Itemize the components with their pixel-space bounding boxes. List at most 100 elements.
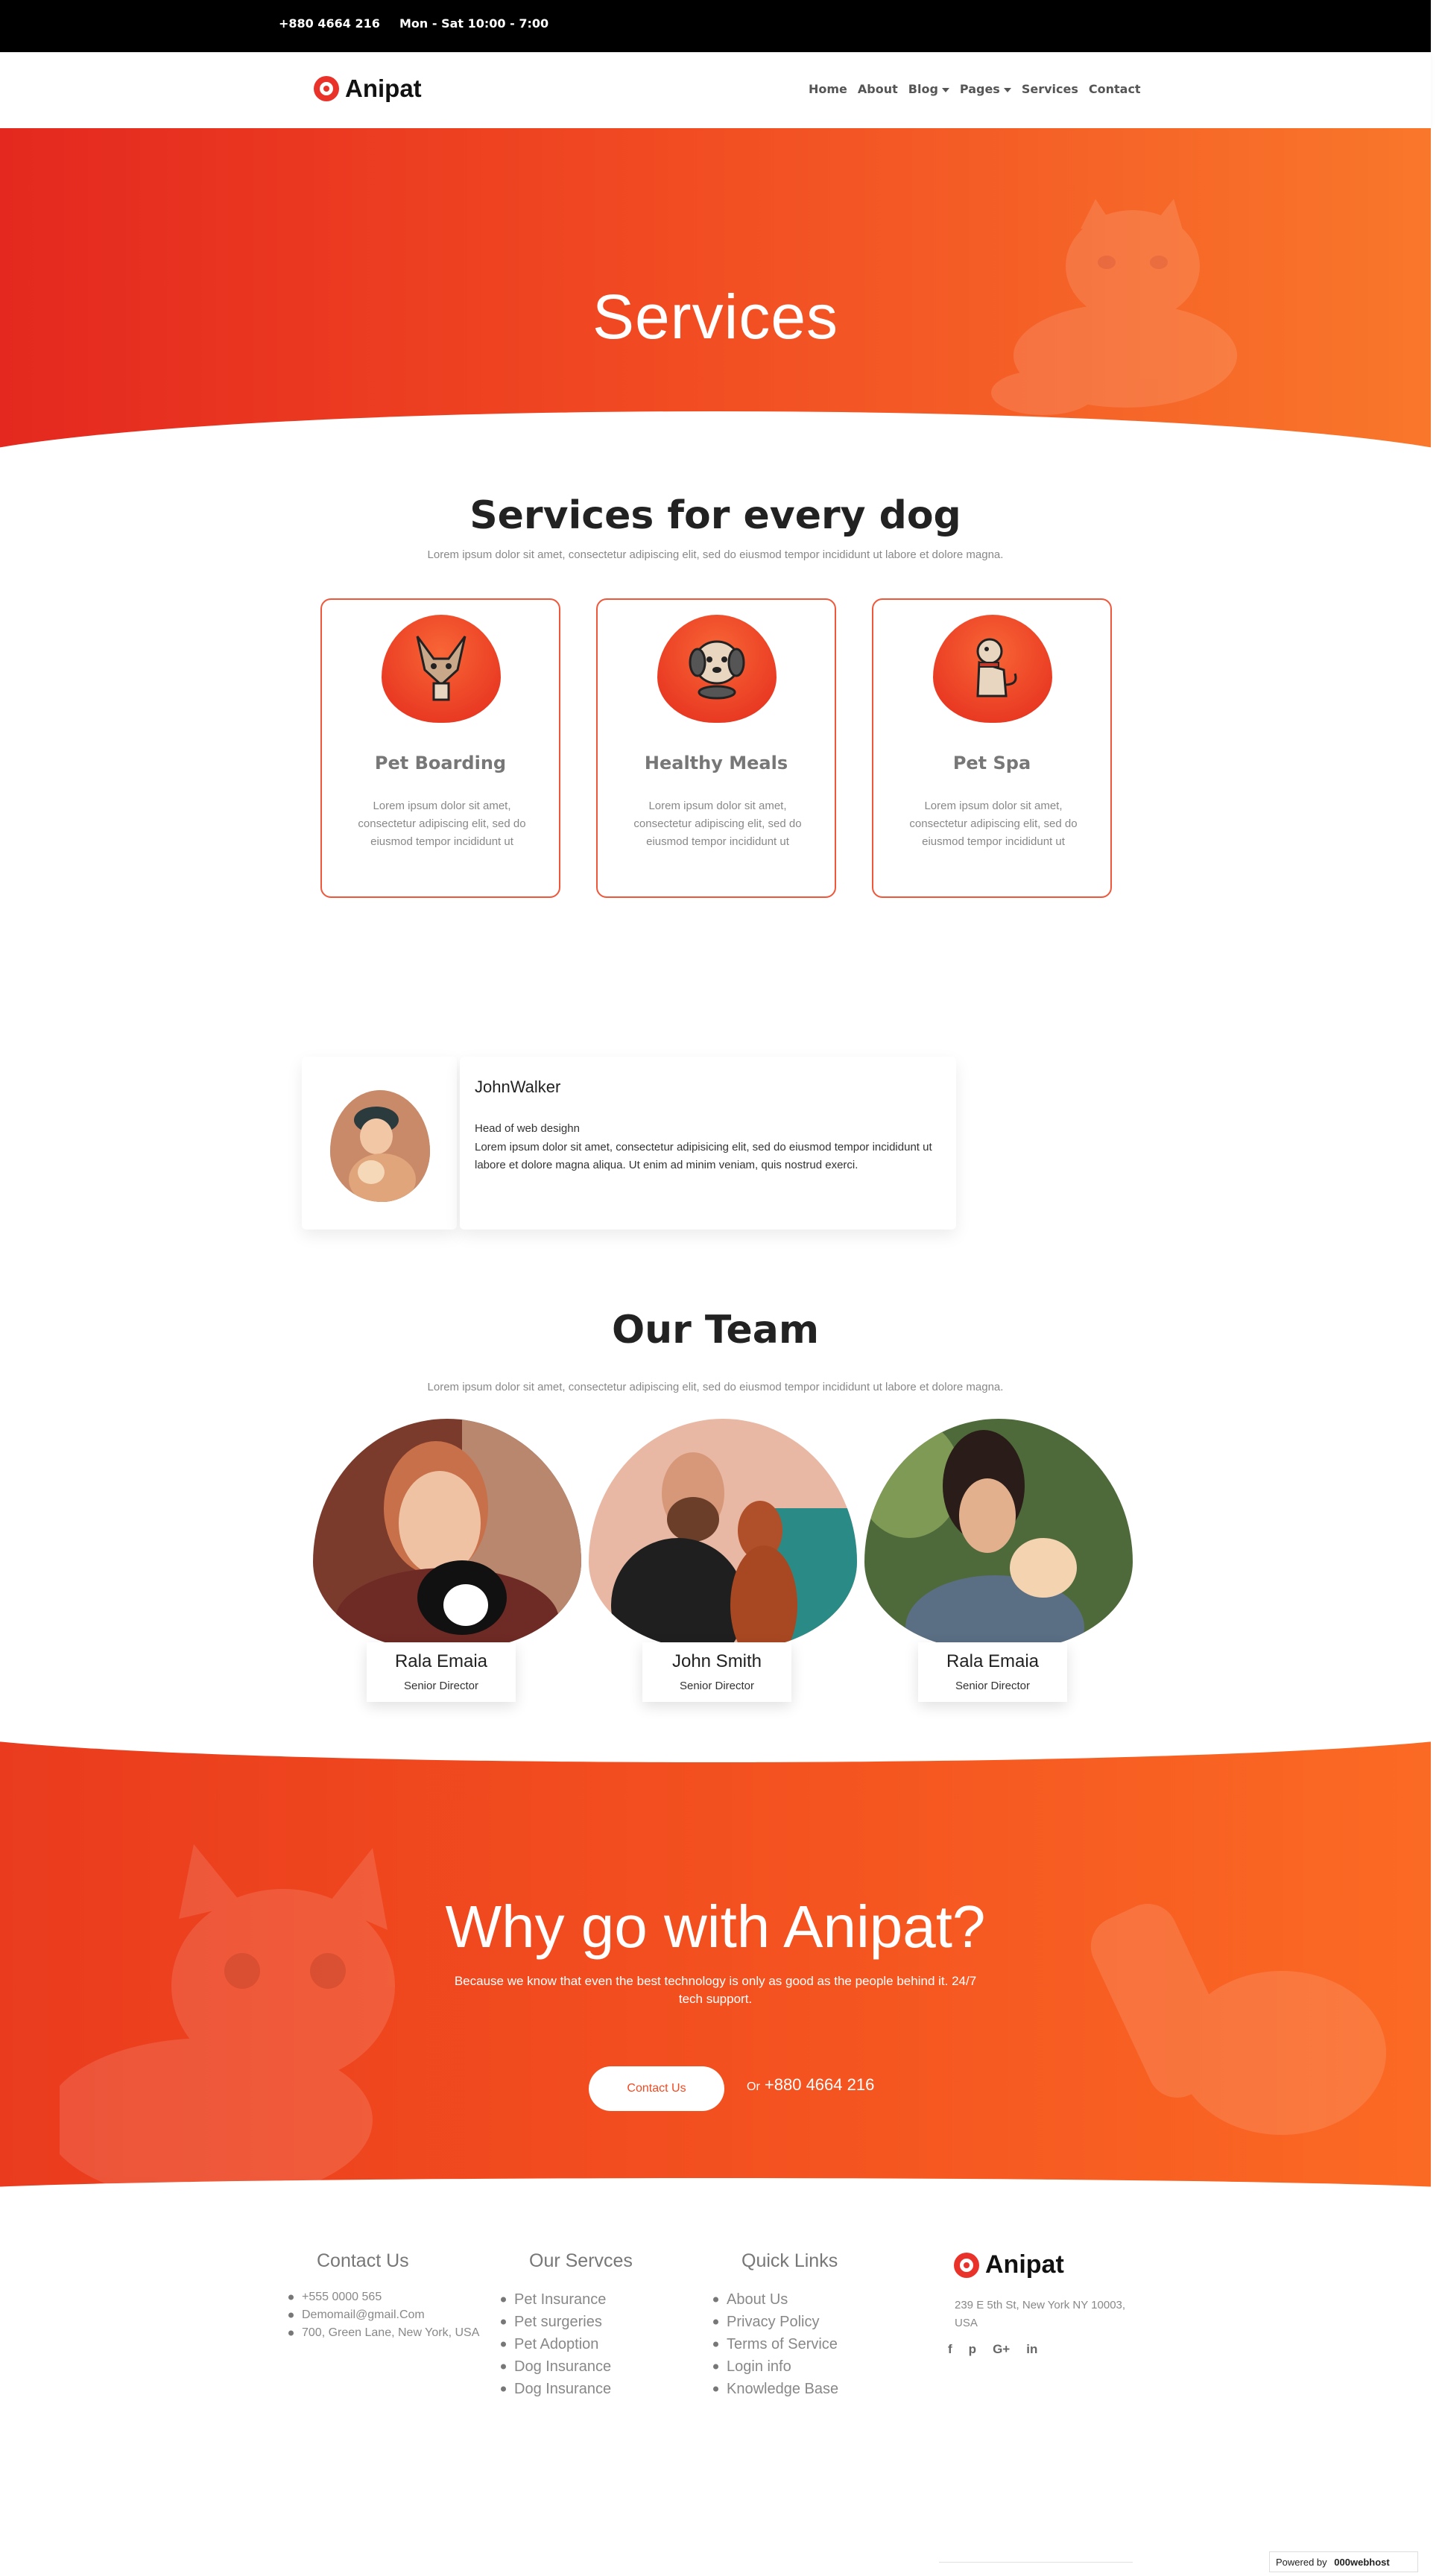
team-member[interactable]: Rala Emaia Senior Director <box>313 1419 581 1706</box>
page-title: Services <box>592 282 839 352</box>
team-member-role: Senior Director <box>955 1680 1031 1692</box>
testimonial-name: JohnWalker <box>475 1077 561 1096</box>
service-card-title: Healthy Meals <box>644 753 788 773</box>
team-member-photo <box>589 1419 857 1650</box>
footer-links-list: About Us Privacy Policy Terms of Service… <box>712 2288 838 2400</box>
team-member-role: Senior Director <box>403 1680 479 1692</box>
testimonial-avatar <box>330 1090 430 1202</box>
main-nav: Home About Blog Pages Services Contact <box>809 82 1151 96</box>
service-blob <box>933 615 1052 723</box>
sitting-dog-icon <box>976 638 1017 697</box>
why-or-label: Or <box>747 2080 760 2093</box>
nav-pages[interactable]: Pages <box>960 82 1011 96</box>
kitten-silhouette-image <box>60 1844 395 2194</box>
top-bar-hours: Mon - Sat 10:00 - 7:00 <box>399 16 549 31</box>
footer-quick-link[interactable]: About Us <box>712 2288 838 2311</box>
footer-quick-link[interactable]: Login info <box>712 2355 838 2378</box>
footer-service-link[interactable]: Pet Insurance <box>499 2288 633 2311</box>
service-card-pet-spa[interactable]: Pet Spa Lorem ipsum dolor sit amet, cons… <box>872 598 1112 898</box>
footer-quick-link[interactable]: Terms of Service <box>712 2333 838 2355</box>
footer-service-link[interactable]: Dog Insurance <box>499 2378 633 2400</box>
dog-icon <box>416 636 467 701</box>
powered-by-label: Powered by <box>1276 2557 1327 2568</box>
powered-by-badge[interactable]: Powered by 000webhost <box>1269 2551 1418 2572</box>
logo-text: Anipat <box>345 75 422 102</box>
why-phone[interactable]: Or +880 4664 216 <box>747 2075 874 2095</box>
services-title: Services for every dog <box>469 493 961 538</box>
why-subtitle: Because we know that even the best techn… <box>454 1974 977 2006</box>
testimonial-body: JohnWalker Head of web desighn Lorem ips… <box>460 1057 956 1230</box>
team-members: Rala Emaia Senior Director John Smith Se… <box>313 1419 1133 1706</box>
service-card-healthy-meals[interactable]: Healthy Meals Lorem ipsum dolor sit amet… <box>596 598 836 898</box>
footer-service-link[interactable]: Pet Adoption <box>499 2333 633 2355</box>
testimonial-text: Lorem ipsum dolor sit amet, consectetur … <box>475 1141 932 1171</box>
testimonial-card: JohnWalker Head of web desighn Lorem ips… <box>302 1057 956 1230</box>
dog-food-icon <box>689 640 745 700</box>
social-links: f p G+ in <box>948 2342 1037 2357</box>
footer-services: Our Servces Pet Insurance Pet surgeries … <box>514 2250 633 2400</box>
service-card-title: Pet Boarding <box>374 753 507 773</box>
footer-contact-title: Contact Us <box>317 2250 409 2271</box>
nav-contact[interactable]: Contact <box>1089 82 1141 96</box>
footer-email[interactable]: Demomail@gmail.Com <box>287 2306 479 2324</box>
hero-banner: Services <box>0 128 1431 463</box>
team-member-role: Senior Director <box>679 1680 755 1692</box>
footer-contact-list: +555 0000 565 Demomail@gmail.Com 700, Gr… <box>287 2288 479 2342</box>
footer-contact: Contact Us +555 0000 565 Demomail@gmail.… <box>302 2250 479 2342</box>
nav-blog[interactable]: Blog <box>908 82 949 96</box>
footer-logo-text: Anipat <box>985 2250 1064 2279</box>
service-blob <box>657 615 777 723</box>
why-section: Why go with Anipat? Because we know that… <box>0 1740 1431 2194</box>
pinterest-icon[interactable]: p <box>969 2342 976 2357</box>
google-plus-icon[interactable]: G+ <box>993 2342 1010 2357</box>
service-cards: Pet Boarding Lorem ipsum dolor sit amet,… <box>320 598 1112 898</box>
footer-links-title: Quick Links <box>741 2250 838 2271</box>
team-title: Our Team <box>611 1308 820 1352</box>
footer-quick-link[interactable]: Privacy Policy <box>712 2311 838 2333</box>
logo[interactable]: Anipat <box>314 75 422 103</box>
contact-us-button[interactable]: Contact Us <box>589 2066 724 2111</box>
testimonial-role: Head of web desighn <box>475 1122 580 1135</box>
team-member-nameplate: John Smith Senior Director <box>642 1642 791 1702</box>
nav-home[interactable]: Home <box>809 82 847 96</box>
nav-blog-label: Blog <box>908 82 938 96</box>
service-card-title: Pet Spa <box>952 753 1031 773</box>
footer-divider <box>939 2562 1133 2563</box>
chevron-down-icon <box>1003 87 1011 92</box>
footer-service-link[interactable]: Dog Insurance <box>499 2355 633 2378</box>
testimonial-avatar-box <box>302 1057 457 1230</box>
footer-service-link[interactable]: Pet surgeries <box>499 2311 633 2333</box>
woman-with-kitten-image <box>864 1419 1133 1650</box>
why-phone-number: +880 4664 216 <box>764 2075 875 2094</box>
top-bar-phone[interactable]: +880 4664 216 <box>279 16 380 31</box>
nav-services[interactable]: Services <box>1022 82 1078 96</box>
service-card-pet-boarding[interactable]: Pet Boarding Lorem ipsum dolor sit amet,… <box>320 598 560 898</box>
site-header: Anipat Home About Blog Pages Services Co… <box>0 52 1431 128</box>
footer-phone[interactable]: +555 0000 565 <box>287 2288 479 2306</box>
team-member-name: Rala Emaia <box>946 1651 1040 1671</box>
team-member-name: Rala Emaia <box>394 1651 488 1671</box>
footer-services-title: Our Servces <box>529 2250 633 2271</box>
man-with-dog-image <box>589 1419 857 1650</box>
team-member-photo <box>313 1419 581 1650</box>
person-with-dog-image <box>330 1090 430 1202</box>
linkedin-icon[interactable]: in <box>1026 2342 1037 2357</box>
logo-mark-icon <box>954 2252 979 2278</box>
chevron-down-icon <box>941 87 949 92</box>
facebook-icon[interactable]: f <box>948 2342 952 2357</box>
footer-logo[interactable]: Anipat <box>954 2250 1064 2279</box>
top-bar: +880 4664 216 Mon - Sat 10:00 - 7:00 <box>0 0 1431 52</box>
footer-address-line: 700, Green Lane, New York, USA <box>287 2324 479 2342</box>
powered-by-host: 000webhost <box>1334 2557 1390 2568</box>
team-member[interactable]: Rala Emaia Senior Director <box>864 1419 1133 1706</box>
team-member[interactable]: John Smith Senior Director <box>589 1419 857 1706</box>
service-card-text: Lorem ipsum dolor sit amet, consectetur … <box>633 800 802 848</box>
nav-pages-label: Pages <box>959 82 1000 96</box>
footer-quick-link[interactable]: Knowledge Base <box>712 2378 838 2400</box>
footer-quick-links: Quick Links About Us Privacy Policy Term… <box>727 2250 838 2400</box>
nav-about[interactable]: About <box>858 82 898 96</box>
team-member-photo <box>864 1419 1133 1650</box>
logo-mark-icon <box>314 76 339 101</box>
service-blob <box>382 615 501 723</box>
service-card-text: Lorem ipsum dolor sit amet, consectetur … <box>358 800 526 848</box>
